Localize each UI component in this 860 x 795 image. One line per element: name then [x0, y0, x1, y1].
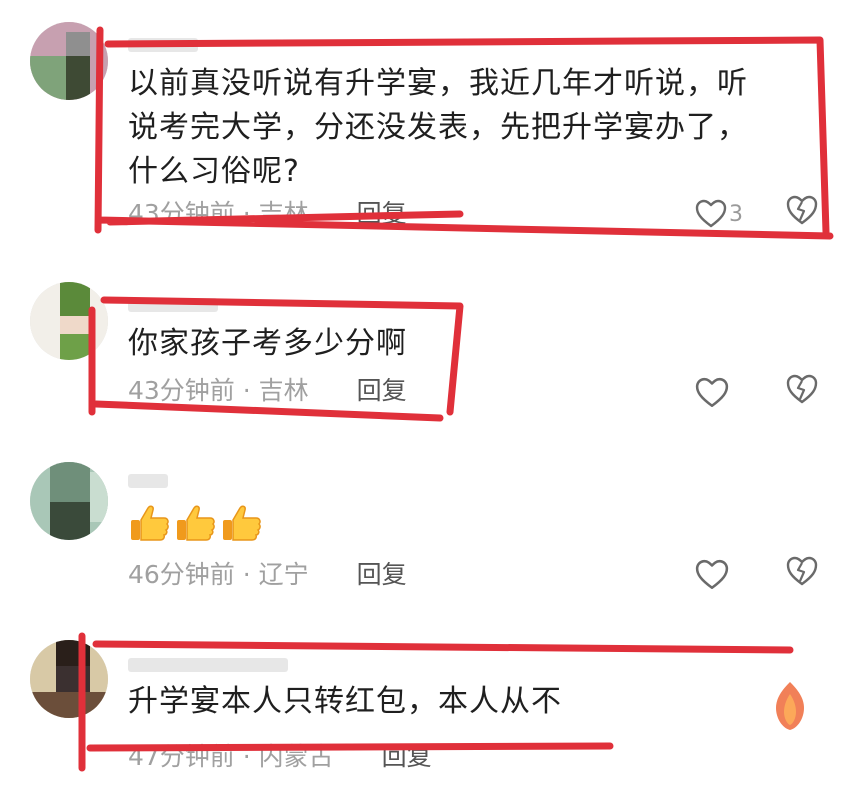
meta-separator: ·	[242, 376, 251, 405]
comment-line: 以前真没听说有升学宴，我近几年才听说，听	[128, 66, 748, 101]
thumbs-up-emoji	[128, 502, 172, 550]
like-button[interactable]: 3	[695, 194, 743, 234]
reply-button[interactable]: 回复	[382, 742, 432, 771]
comment-3: 46分钟前 · 辽宁 回复	[0, 440, 860, 630]
broken-heart-icon	[785, 373, 829, 405]
timestamp: 47分钟前	[128, 742, 235, 771]
like-count: 3	[729, 201, 743, 227]
location: 内蒙古	[258, 742, 334, 771]
timestamp: 43分钟前	[128, 199, 235, 228]
reply-button[interactable]: 回复	[357, 376, 407, 405]
overflow-fade	[560, 670, 760, 780]
like-button[interactable]	[695, 555, 739, 595]
thumbs-up-emoji	[220, 502, 264, 550]
comment-meta: 46分钟前 · 辽宁 回复	[128, 558, 407, 592]
comment-text: 以前真没听说有升学宴，我近几年才听说，听 说考完大学，分还没发表，先把升学宴办了…	[128, 62, 748, 194]
comment-line: 什么习俗呢?	[128, 154, 300, 189]
comment-text: 你家孩子考多少分啊	[128, 326, 407, 361]
dislike-button[interactable]	[785, 194, 829, 234]
heart-outline-icon	[695, 199, 727, 229]
meta-separator: ·	[242, 742, 251, 771]
comment-meta: 47分钟前 · 内蒙古 回复	[128, 740, 432, 774]
comment-4: 升学宴本人只转红包，本人从不 47分钟前 · 内蒙古 回复	[0, 630, 860, 795]
avatar[interactable]	[30, 462, 108, 540]
comment-meta: 43分钟前 · 吉林 回复	[128, 197, 407, 231]
dislike-button[interactable]	[785, 373, 829, 413]
comment-meta: 43分钟前 · 吉林 回复	[128, 374, 407, 408]
emoji-row	[128, 502, 264, 550]
username[interactable]	[128, 32, 198, 54]
location: 辽宁	[258, 560, 309, 589]
username-redacted	[128, 658, 288, 672]
reply-button[interactable]: 回复	[357, 560, 407, 589]
reply-button[interactable]: 回复	[357, 199, 407, 228]
comment-1: 以前真没听说有升学宴，我近几年才听说，听 说考完大学，分还没发表，先把升学宴办了…	[0, 0, 860, 250]
avatar[interactable]	[30, 282, 108, 360]
username[interactable]	[128, 652, 288, 674]
timestamp: 46分钟前	[128, 560, 235, 589]
username[interactable]	[128, 468, 168, 490]
avatar[interactable]	[30, 640, 108, 718]
comment-line: 说考完大学，分还没发表，先把升学宴办了，	[128, 110, 748, 145]
meta-separator: ·	[242, 560, 251, 589]
timestamp: 43分钟前	[128, 376, 235, 405]
username-redacted	[128, 474, 168, 488]
broken-heart-icon	[785, 555, 829, 587]
dislike-button[interactable]	[785, 555, 829, 595]
thumbs-up-emoji	[174, 502, 218, 550]
like-button[interactable]	[695, 373, 739, 413]
heart-outline-icon	[695, 559, 729, 591]
username[interactable]	[128, 292, 218, 314]
heart-outline-icon	[695, 377, 729, 409]
avatar[interactable]	[30, 22, 108, 100]
red-envelope-icon	[772, 680, 808, 732]
comment-text: 升学宴本人只转红包，本人从不	[128, 680, 562, 724]
meta-separator: ·	[242, 199, 251, 228]
comment-2: 你家孩子考多少分啊 43分钟前 · 吉林 回复	[0, 260, 860, 440]
comment-text-truncated: 升学宴本人只转红包，本人从不	[128, 684, 562, 719]
location: 吉林	[258, 376, 309, 405]
location: 吉林	[258, 199, 309, 228]
broken-heart-icon	[785, 194, 829, 226]
username-redacted	[128, 38, 198, 52]
username-redacted	[128, 298, 218, 312]
